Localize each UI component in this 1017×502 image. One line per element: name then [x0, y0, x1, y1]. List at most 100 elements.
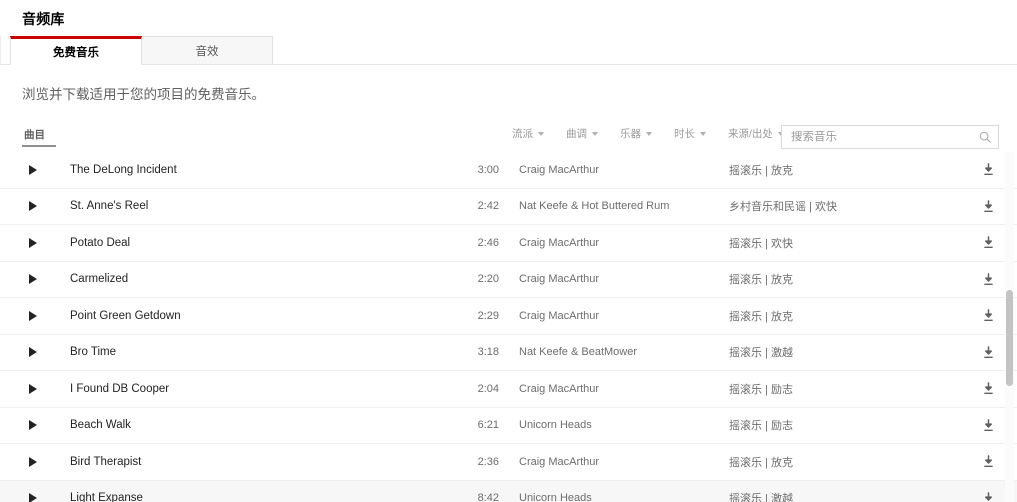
chevron-down-icon — [700, 131, 706, 136]
table-row[interactable]: The DeLong Incident 3:00 Craig MacArthur 摇滚… — [0, 152, 1017, 189]
filter-group: 流派 曲调 乐器 时长 来源/出处 — [512, 126, 806, 141]
track-genre: 摇滚乐 | 放克 — [729, 164, 793, 177]
download-icon — [983, 345, 993, 358]
play-button[interactable] — [0, 383, 66, 394]
track-duration: 6:21 — [477, 419, 499, 432]
track-title: Potato Deal — [70, 236, 131, 249]
chevron-down-icon — [646, 131, 652, 136]
track-duration: 2:04 — [477, 382, 499, 395]
table-row[interactable]: Carmelized 2:20 Craig MacArthur 摇滚乐 | 放克 — [0, 261, 1017, 298]
play-button[interactable] — [0, 164, 66, 175]
track-genre: 摇滚乐 | 放克 — [729, 456, 793, 469]
play-icon — [29, 201, 37, 212]
download-icon — [983, 455, 993, 468]
search-input[interactable] — [791, 131, 978, 143]
download-icon — [983, 163, 993, 176]
track-duration: 3:00 — [477, 163, 499, 176]
table-row[interactable]: Point Green Getdown 2:29 Craig MacArthur 摇滚… — [0, 298, 1017, 335]
track-genre: 乡村音乐和民谣 | 欢快 — [729, 201, 837, 214]
play-button[interactable] — [0, 237, 66, 248]
table-row[interactable]: I Found DB Cooper 2:04 Craig MacArthur 摇滚乐 … — [0, 371, 1017, 408]
play-button[interactable] — [0, 347, 66, 358]
tab-bar: 免费音乐 音效 — [10, 36, 273, 64]
column-header-sort-indicator — [22, 145, 56, 147]
play-icon — [29, 493, 37, 502]
filter-instrument[interactable]: 乐器 — [620, 126, 652, 141]
track-genre: 摇滚乐 | 激越 — [729, 493, 793, 502]
track-artist: Craig MacArthur — [519, 382, 600, 395]
filter-attribution[interactable]: 来源/出处 — [728, 126, 784, 141]
filter-mood[interactable]: 曲调 — [566, 126, 598, 141]
search-box[interactable] — [781, 125, 999, 149]
track-artist: Craig MacArthur — [519, 273, 600, 286]
track-title: Light Expanse — [70, 492, 143, 502]
track-duration: 2:46 — [477, 236, 499, 249]
track-title: St. Anne's Reel — [70, 200, 149, 213]
track-duration: 2:42 — [477, 200, 499, 213]
tab-label: 音效 — [195, 45, 219, 58]
filter-label: 时长 — [674, 128, 695, 140]
track-artist: Craig MacArthur — [519, 309, 600, 322]
play-icon — [29, 456, 37, 467]
download-icon — [983, 382, 993, 395]
play-icon — [29, 420, 37, 431]
page-title: 音频库 — [22, 11, 65, 27]
track-genre: 摇滚乐 | 欢快 — [729, 237, 793, 250]
tabs-baseline — [0, 64, 1017, 65]
play-icon — [29, 383, 37, 394]
download-icon — [983, 236, 993, 249]
track-title: Carmelized — [70, 273, 129, 286]
column-header-track[interactable]: 曲目 — [24, 127, 45, 142]
active-tab-merge — [11, 63, 141, 65]
download-icon — [983, 418, 993, 431]
table-row[interactable]: Bro Time 3:18 Nat Keefe & BeatMower 摇滚乐 | 激… — [0, 334, 1017, 371]
table-row[interactable]: Bird Therapist 2:36 Craig MacArthur 摇滚乐 | 放… — [0, 444, 1017, 481]
track-genre: 摇滚乐 | 励志 — [729, 383, 793, 396]
track-title: I Found DB Cooper — [70, 382, 170, 395]
search-icon — [979, 131, 991, 143]
play-icon — [29, 274, 37, 285]
table-row[interactable]: Potato Deal 2:46 Craig MacArthur 摇滚乐 | 欢快 — [0, 225, 1017, 262]
download-icon — [983, 309, 993, 322]
filter-genre[interactable]: 流派 — [512, 126, 544, 141]
track-genre: 摇滚乐 | 励志 — [729, 420, 793, 433]
track-artist: Unicorn Heads — [519, 419, 592, 432]
filter-label: 来源/出处 — [728, 128, 773, 140]
tab-free-music[interactable]: 免费音乐 — [10, 36, 142, 64]
track-artist: Unicorn Heads — [519, 492, 592, 502]
table-row[interactable]: Light Expanse 8:42 Unicorn Heads 摇滚乐 | 激越 — [0, 480, 1017, 502]
filter-label: 曲调 — [566, 128, 587, 140]
play-button[interactable] — [0, 274, 66, 285]
track-title: Beach Walk — [70, 419, 131, 432]
track-title: Bro Time — [70, 346, 117, 359]
track-title: The DeLong Incident — [70, 163, 177, 176]
filter-duration[interactable]: 时长 — [674, 126, 706, 141]
table-row[interactable]: Beach Walk 6:21 Unicorn Heads 摇滚乐 | 励志 — [0, 407, 1017, 444]
play-icon — [29, 164, 37, 175]
play-icon — [29, 237, 37, 248]
play-button[interactable] — [0, 420, 66, 431]
track-title: Bird Therapist — [70, 455, 142, 468]
track-duration: 2:36 — [477, 455, 499, 468]
play-button[interactable] — [0, 310, 66, 321]
filter-label: 乐器 — [620, 128, 641, 140]
track-artist: Craig MacArthur — [519, 236, 600, 249]
track-genre: 摇滚乐 | 激越 — [729, 347, 793, 360]
track-duration: 3:18 — [477, 346, 499, 359]
play-button[interactable] — [0, 201, 66, 212]
play-button[interactable] — [0, 493, 66, 502]
filter-label: 流派 — [512, 128, 533, 140]
scrollbar-thumb[interactable] — [1006, 290, 1013, 386]
download-icon — [983, 272, 993, 285]
play-icon — [29, 310, 37, 321]
tab-sound-effects[interactable]: 音效 — [141, 36, 273, 64]
track-table: The DeLong Incident 3:00 Craig MacArthur 摇滚… — [0, 152, 1017, 502]
chevron-down-icon — [538, 131, 544, 136]
play-button[interactable] — [0, 456, 66, 467]
download-icon — [984, 491, 992, 501]
track-duration: 8:42 — [477, 492, 499, 502]
track-artist: Nat Keefe & BeatMower — [519, 346, 638, 359]
track-artist: Craig MacArthur — [519, 163, 600, 176]
table-row[interactable]: St. Anne's Reel 2:42 Nat Keefe & Hot Butte… — [0, 188, 1017, 225]
track-duration: 2:20 — [477, 273, 499, 286]
